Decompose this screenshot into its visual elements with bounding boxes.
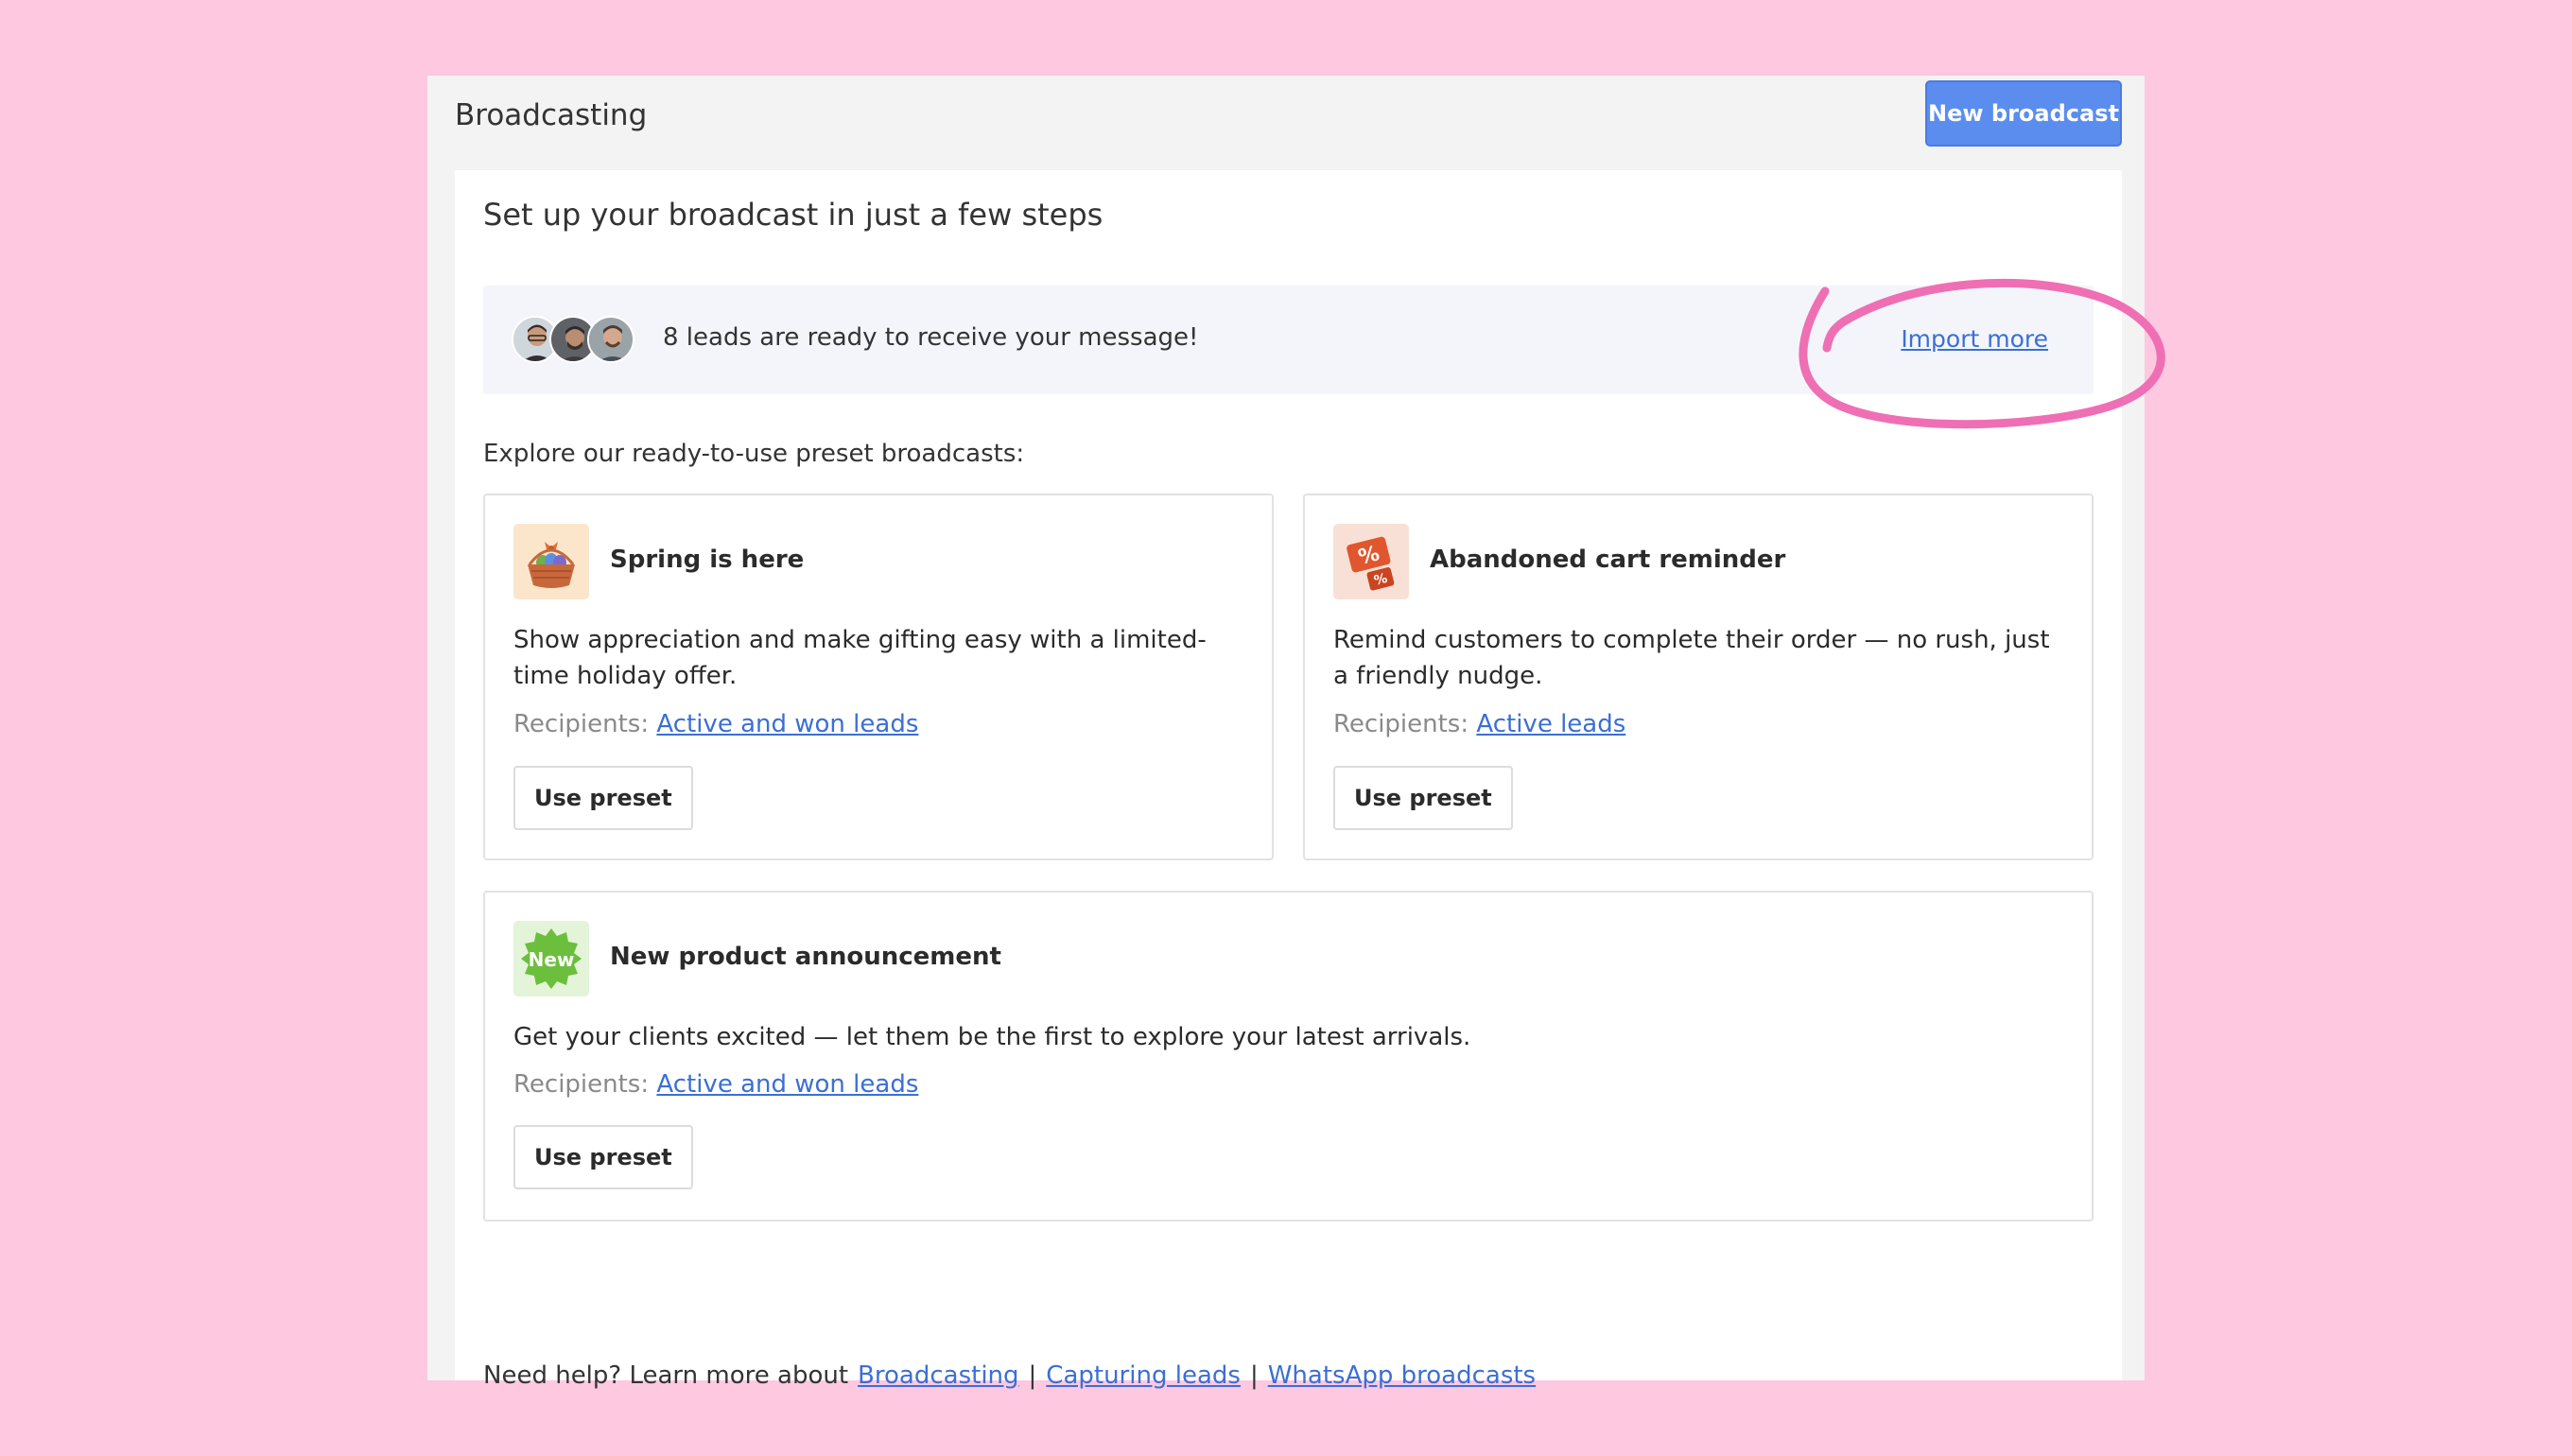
new-broadcast-button[interactable]: New broadcast <box>1925 80 2122 147</box>
help-prefix: Need help? Learn more about <box>483 1361 849 1390</box>
preset-recipients: Recipients: Active leads <box>1333 710 1625 738</box>
svg-text:New: New <box>529 948 575 971</box>
recipients-link[interactable]: Active leads <box>1476 710 1625 738</box>
use-preset-button[interactable]: Use preset <box>1333 766 1513 830</box>
recipients-link[interactable]: Active and won leads <box>656 1070 918 1099</box>
recipients-label: Recipients: <box>513 1070 650 1099</box>
preset-title: New product announcement <box>610 943 1001 971</box>
preset-recipients: Recipients: Active and won leads <box>513 710 918 738</box>
help-footer: Need help? Learn more about Broadcasting… <box>483 1361 1536 1390</box>
preset-description: Show appreciation and make gifting easy … <box>513 626 1207 690</box>
page-title: Broadcasting <box>455 98 648 132</box>
highlight-circle-annotation <box>1799 278 2165 429</box>
preset-title: Abandoned cart reminder <box>1430 546 1786 574</box>
use-preset-button[interactable]: Use preset <box>513 1125 693 1189</box>
preset-title: Spring is here <box>610 546 805 574</box>
preset-recipients: Recipients: Active and won leads <box>513 1070 918 1099</box>
help-link-broadcasting[interactable]: Broadcasting <box>858 1361 1018 1390</box>
gift-basket-icon <box>513 524 589 599</box>
recipients-label: Recipients: <box>1333 710 1469 738</box>
preset-card-abandoned-cart: % % Abandoned cart reminder Remind custo… <box>1303 494 2094 860</box>
preset-card-new-product: New New product announcement Get your cl… <box>483 891 2094 1222</box>
leads-message: 8 leads are ready to receive your messag… <box>663 323 1199 352</box>
recipients-link[interactable]: Active and won leads <box>656 710 918 738</box>
explore-label: Explore our ready-to-use preset broadcas… <box>483 440 1025 468</box>
discount-tag-icon: % % <box>1333 524 1409 599</box>
help-separator: | <box>1249 1361 1259 1390</box>
help-link-whatsapp-broadcasts[interactable]: WhatsApp broadcasts <box>1268 1361 1536 1390</box>
setup-heading: Set up your broadcast in just a few step… <box>483 197 1104 233</box>
recipients-label: Recipients: <box>513 710 650 738</box>
help-link-capturing-leads[interactable]: Capturing leads <box>1046 1361 1241 1390</box>
help-separator: | <box>1028 1361 1037 1390</box>
avatar <box>587 316 634 363</box>
use-preset-button[interactable]: Use preset <box>513 766 693 830</box>
preset-description: Remind customers to complete their order… <box>1333 626 2050 690</box>
preset-card-spring: Spring is here Show appreciation and mak… <box>483 494 1274 860</box>
preset-description: Get your clients excited — let them be t… <box>513 1023 1471 1051</box>
new-badge-icon: New <box>513 921 589 997</box>
